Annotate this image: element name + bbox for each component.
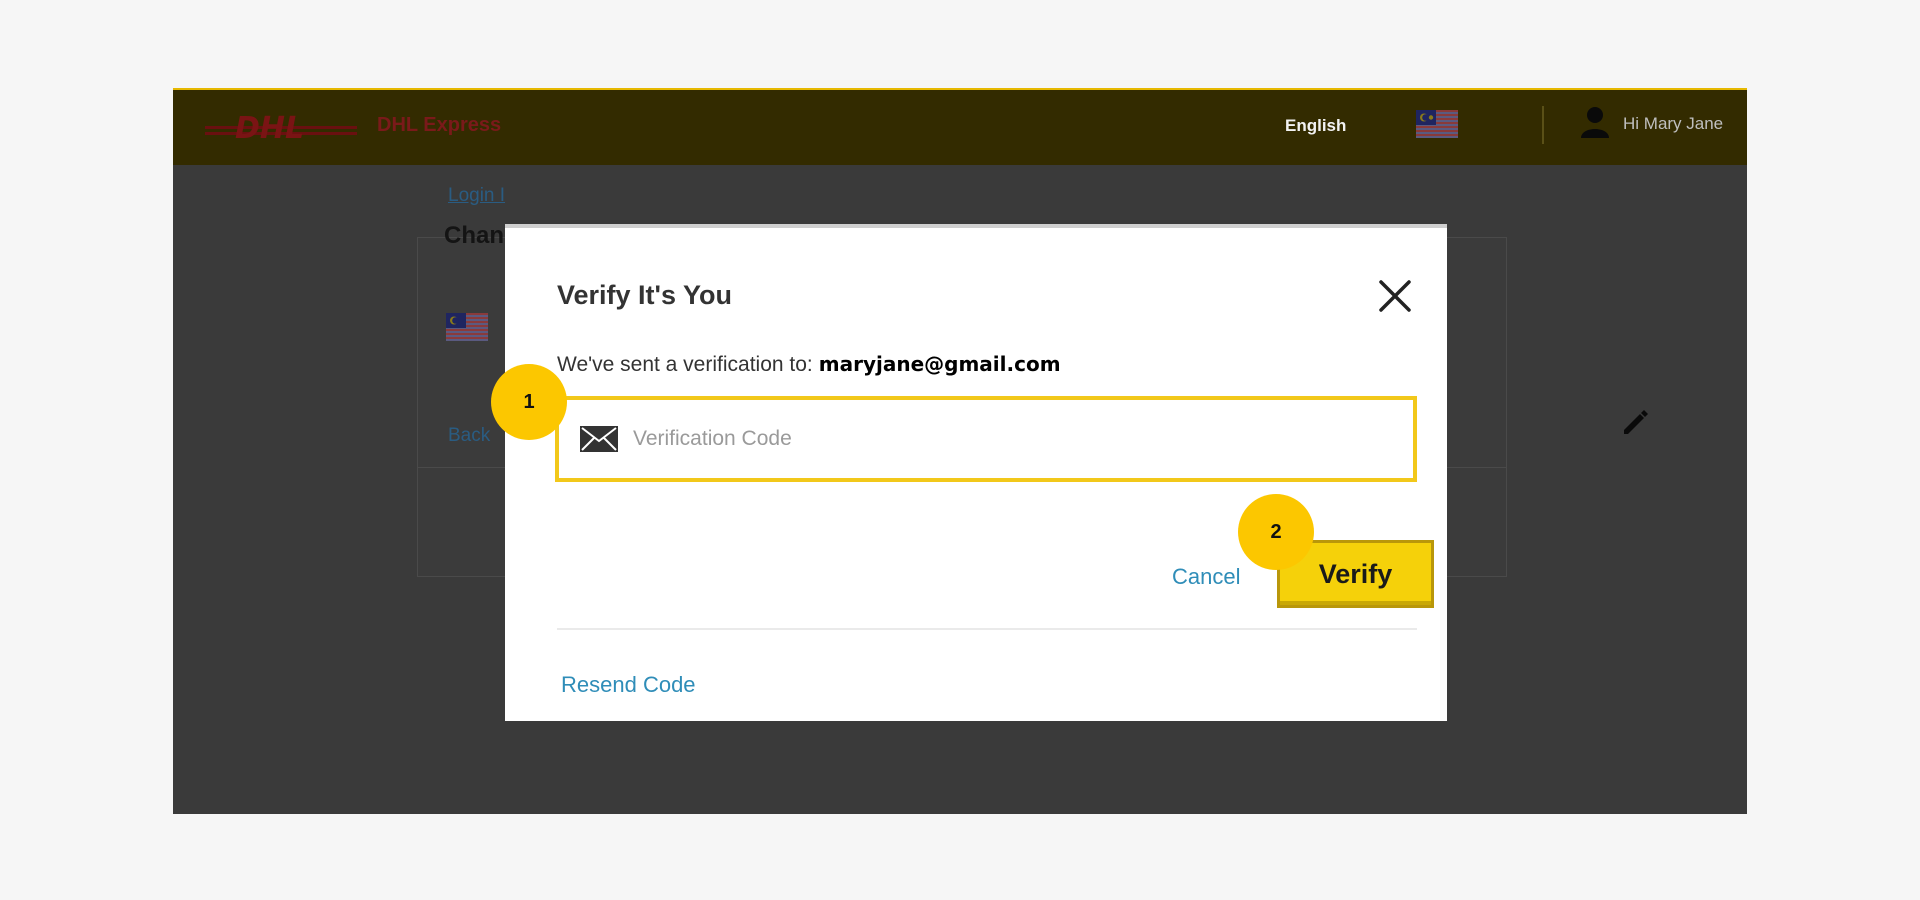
brand-text: DHL Express (377, 114, 502, 136)
breadcrumb-login-link[interactable]: Login I (448, 185, 505, 207)
close-icon[interactable] (1375, 276, 1415, 316)
resend-code-link[interactable]: Resend Code (561, 672, 696, 698)
back-link[interactable]: Back (448, 425, 490, 447)
background-section-title: Chan (444, 222, 504, 249)
user-icon[interactable] (1580, 106, 1610, 138)
step-badge-1: 1 (491, 364, 567, 440)
edit-pencil-icon[interactable] (1620, 406, 1652, 438)
step-badge-2: 2 (1238, 494, 1314, 570)
envelope-icon (580, 426, 618, 452)
user-greeting[interactable]: Hi Mary Jane (1623, 114, 1723, 134)
dhl-logo: DHL (205, 111, 357, 146)
top-bar: DHL DHL Express English Hi Mary Jane (173, 88, 1747, 165)
verification-code-field[interactable] (555, 396, 1417, 482)
verification-code-input[interactable] (633, 427, 1393, 451)
svg-text:DHL: DHL (235, 111, 304, 146)
language-selector[interactable]: English (1285, 116, 1346, 136)
verification-sent-message: We've sent a verification to: maryjane@gm… (557, 352, 1061, 377)
verification-sent-label: We've sent a verification to: (557, 353, 813, 376)
header-divider (1542, 106, 1544, 144)
malaysia-flag-icon[interactable] (1416, 110, 1458, 138)
modal-title: Verify It's You (557, 280, 732, 310)
cancel-button[interactable]: Cancel (1172, 564, 1240, 590)
verify-modal: Verify It's You We've sent a verificatio… (505, 224, 1447, 721)
country-flag-icon (446, 313, 488, 341)
modal-separator (557, 628, 1417, 630)
verification-email: maryjane@gmail.com (818, 352, 1061, 376)
